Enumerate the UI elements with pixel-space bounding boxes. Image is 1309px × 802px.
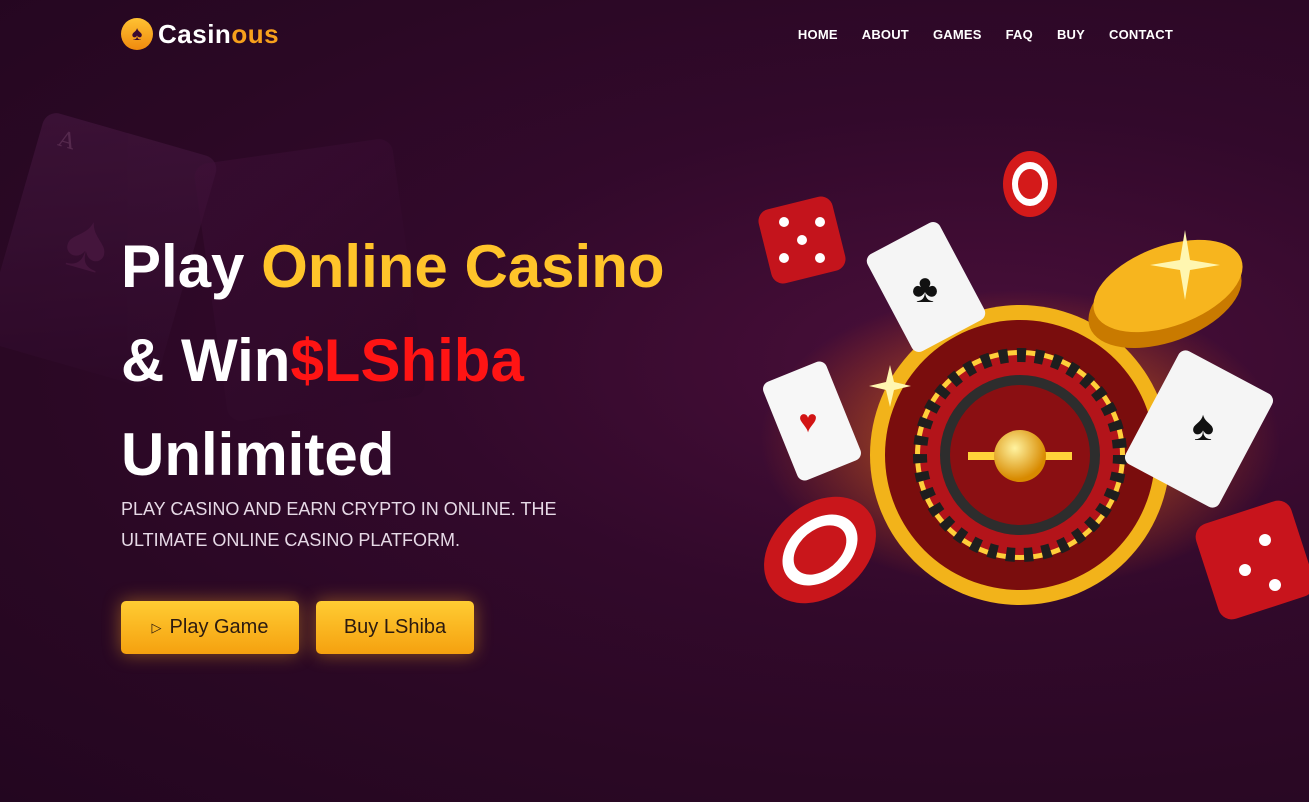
nav-games[interactable]: GAMES (933, 27, 982, 42)
hero-title: Play Online Casino & Win$LShiba Unlimited (121, 220, 665, 502)
hero-title-part2: & Win (121, 327, 291, 394)
buy-lshiba-button[interactable]: Buy LShiba (316, 601, 474, 654)
hero-title-highlight: Online Casino (261, 233, 665, 300)
svg-text:♠: ♠ (1192, 402, 1214, 449)
hero-title-part3: Unlimited (121, 421, 395, 488)
poker-chip-top-icon (1003, 151, 1057, 217)
nav-home[interactable]: HOME (798, 27, 838, 42)
logo[interactable]: ♠ Casinous (121, 18, 279, 50)
nav-about[interactable]: ABOUT (862, 27, 909, 42)
casino-illustration: ♣ ♥ ♠ (758, 151, 1309, 620)
spade-icon: ♠ (121, 18, 153, 50)
play-triangle-icon: ▷ (151, 619, 162, 635)
nav-faq[interactable]: FAQ (1006, 27, 1033, 42)
logo-text-highlight: ous (231, 18, 280, 49)
logo-text-main: Casin (158, 18, 232, 49)
header: ♠ Casinous HOME ABOUT GAMES FAQ BUY CONT… (0, 0, 1309, 70)
play-game-label: Play Game (169, 616, 269, 638)
nav-buy[interactable]: BUY (1057, 27, 1085, 42)
svg-text:♥: ♥ (799, 403, 818, 439)
hero-title-part1: Play (121, 233, 262, 300)
logo-text: Casinous (158, 19, 279, 50)
svg-text:♣: ♣ (912, 267, 938, 311)
hero-subtitle: PLAY CASINO AND EARN CRYPTO IN ONLINE. T… (121, 499, 557, 550)
main-nav: HOME ABOUT GAMES FAQ BUY CONTACT (774, 27, 1173, 42)
buy-lshiba-label: Buy LShiba (343, 616, 447, 638)
nav-contact[interactable]: CONTACT (1109, 27, 1173, 42)
hero-title-token: $LShiba (290, 327, 524, 394)
play-game-button[interactable]: ▷ Play Game (121, 601, 299, 654)
dice-top-left-icon (758, 196, 846, 284)
